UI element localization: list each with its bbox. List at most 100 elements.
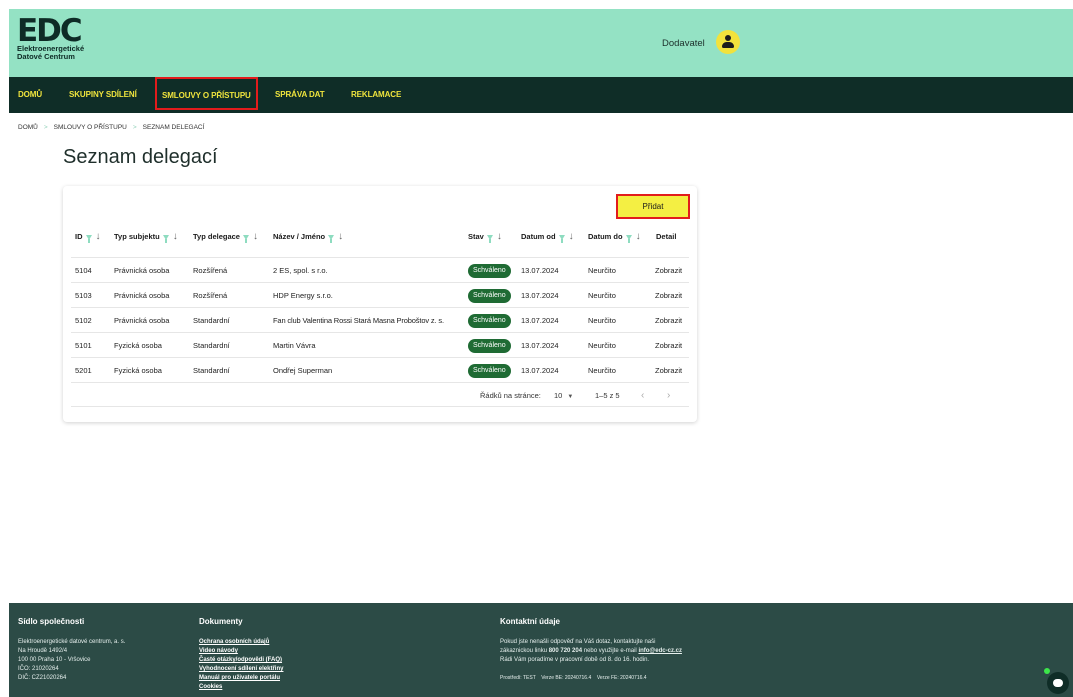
table-row: 5104 Právnická osoba Rozšířená 2 ES, spo… xyxy=(71,257,689,282)
footer-link-video-guides[interactable]: Video návody xyxy=(199,648,238,654)
cell-id: 5104 xyxy=(75,266,92,275)
sort-down-arrow-icon[interactable]: ↓ xyxy=(569,230,574,244)
cell-subject-type: Fyzická osoba xyxy=(114,341,162,350)
cell-subject-type: Fyzická osoba xyxy=(114,366,162,375)
footer-link-faq[interactable]: Časté otázky/odpovědi (FAQ) xyxy=(199,657,282,663)
table-row: 5102 Právnická osoba Standardní Fan club… xyxy=(71,307,689,332)
nav-item-home[interactable]: DOMŮ xyxy=(18,77,42,113)
cell-name: Martin Vávra xyxy=(273,341,316,350)
footer-company-heading: Sídlo společnosti xyxy=(18,617,85,626)
rows-per-page-label: Řádků na stránce: xyxy=(480,391,541,400)
previous-page-icon[interactable]: ‹ xyxy=(641,383,644,408)
cell-date-from: 13.07.2024 xyxy=(521,341,559,350)
chevron-right-icon: > xyxy=(132,124,137,131)
site-header: EDC Elektroenergetické Datové Centrum Do… xyxy=(9,9,1073,77)
cell-delegation-type: Standardní xyxy=(193,366,230,375)
column-header-id[interactable]: ID ↓ xyxy=(75,230,101,244)
sort-down-arrow-icon[interactable]: ↓ xyxy=(636,230,641,244)
status-badge: Schváleno xyxy=(468,339,511,353)
cell-date-from: 13.07.2024 xyxy=(521,266,559,275)
nav-item-data-management[interactable]: SPRÁVA DAT xyxy=(275,77,325,113)
cell-name: Fan club Valentina Rossi Stará Masna Pro… xyxy=(273,316,444,325)
next-page-icon[interactable]: › xyxy=(667,383,670,408)
cell-id: 5201 xyxy=(75,366,92,375)
footer-contact-line: Rádi Vám poradíme v pracovní době od 8. … xyxy=(500,657,650,663)
column-header-date-from[interactable]: Datum od ↓ xyxy=(521,230,574,244)
detail-link[interactable]: Zobrazit xyxy=(655,283,682,308)
detail-link[interactable]: Zobrazit xyxy=(655,358,682,383)
cell-id: 5101 xyxy=(75,341,92,350)
detail-link[interactable]: Zobrazit xyxy=(655,333,682,358)
breadcrumb-home[interactable]: DOMŮ xyxy=(18,124,38,131)
footer-email-link[interactable]: info@edc-cz.cz xyxy=(638,648,682,654)
sort-down-arrow-icon[interactable]: ↓ xyxy=(497,230,502,244)
column-header-detail: Detail xyxy=(656,232,677,241)
sort-down-arrow-icon[interactable]: ↓ xyxy=(338,230,343,244)
filter-icon[interactable] xyxy=(328,234,335,243)
sort-down-arrow-icon[interactable]: ↓ xyxy=(173,230,178,244)
footer-company-line: Na Hroudě 1492/4 xyxy=(18,648,68,654)
column-header-delegation-type[interactable]: Typ delegace ↓ xyxy=(193,230,258,244)
footer-link-user-manual[interactable]: Manuál pro uživatele portálu xyxy=(199,675,280,681)
cell-date-from: 13.07.2024 xyxy=(521,316,559,325)
rows-per-page-select[interactable]: 10 ▼ xyxy=(554,383,573,410)
chevron-right-icon: > xyxy=(43,124,48,131)
breadcrumb-access-contracts[interactable]: SMLOUVY O PŘÍSTUPU xyxy=(54,124,127,131)
filter-icon[interactable] xyxy=(85,234,92,243)
cell-name: Ondřej Superman xyxy=(273,366,333,375)
footer-company-line: DIČ: CZ21020264 xyxy=(18,675,67,681)
caret-down-icon: ▼ xyxy=(567,394,574,400)
sort-down-arrow-icon[interactable]: ↓ xyxy=(253,230,258,244)
nav-item-access-contracts[interactable]: SMLOUVY O PŘÍSTUPU xyxy=(155,77,258,110)
site-footer: Sídlo společnosti Elektroenergetické dat… xyxy=(9,603,1073,697)
table-row: 5201 Fyzická osoba Standardní Ondřej Sup… xyxy=(71,357,689,382)
footer-version-info: Prostředí: TEST Verze BE: 20240716.4 Ver… xyxy=(500,675,647,681)
column-header-status[interactable]: Stav ↓ xyxy=(468,230,502,244)
table-row: 5101 Fyzická osoba Standardní Martin Váv… xyxy=(71,332,689,357)
footer-link-cookies[interactable]: Cookies xyxy=(199,684,222,690)
user-avatar-icon[interactable] xyxy=(716,30,740,54)
footer-link-sharing-evaluation[interactable]: Vyhodnocení sdílení elektřiny xyxy=(199,666,283,672)
add-button[interactable]: Přidat xyxy=(616,194,690,219)
cell-delegation-type: Standardní xyxy=(193,316,230,325)
cell-name: HDP Energy s.r.o. xyxy=(273,291,333,300)
cell-date-from: 13.07.2024 xyxy=(521,366,559,375)
logo-line-2: Datové Centrum xyxy=(17,52,75,61)
footer-phone[interactable]: 800 720 204 xyxy=(549,648,582,654)
cell-delegation-type: Standardní xyxy=(193,341,230,350)
pagination-bar: Řádků na stránce: 10 ▼ 1–5 z 5 ‹ › xyxy=(71,382,689,407)
sort-down-arrow-icon[interactable]: ↓ xyxy=(96,230,101,244)
user-role-label[interactable]: Dodavatel xyxy=(662,38,705,49)
nav-item-complaints[interactable]: REKLAMACE xyxy=(351,77,401,113)
footer-link-privacy[interactable]: Ochrana osobních údajů xyxy=(199,639,269,645)
column-header-subject-type[interactable]: Typ subjektu ↓ xyxy=(114,230,178,244)
detail-link[interactable]: Zobrazit xyxy=(655,308,682,333)
footer-company-line: IČO: 21020264 xyxy=(18,666,59,672)
chat-bubble-icon[interactable] xyxy=(1044,668,1069,694)
filter-icon[interactable] xyxy=(242,234,249,243)
column-header-name[interactable]: Název / Jméno ↓ xyxy=(273,230,343,244)
nav-item-sharing-groups[interactable]: SKUPINY SDÍLENÍ xyxy=(69,77,137,113)
cell-date-to: Neurčito xyxy=(588,316,616,325)
filter-icon[interactable] xyxy=(558,234,565,243)
cell-date-from: 13.07.2024 xyxy=(521,291,559,300)
delegations-card: Přidat ID ↓ Typ subjektu ↓ Typ delegace ↓ N… xyxy=(63,186,697,422)
cell-name: 2 ES, spol. s r.o. xyxy=(273,266,328,275)
table-row: 5103 Právnická osoba Rozšířená HDP Energ… xyxy=(71,282,689,307)
column-header-date-to[interactable]: Datum do ↓ xyxy=(588,230,641,244)
filter-icon[interactable] xyxy=(162,234,169,243)
avatar-head xyxy=(725,35,731,41)
detail-link[interactable]: Zobrazit xyxy=(655,258,682,283)
edc-logo[interactable]: EDC Elektroenergetické Datové Centrum xyxy=(17,16,84,61)
footer-company-line: 100 00 Praha 10 - Vršovice xyxy=(18,657,91,663)
cell-subject-type: Právnická osoba xyxy=(114,266,170,275)
filter-icon[interactable] xyxy=(625,234,632,243)
online-indicator xyxy=(1044,668,1050,674)
filter-icon[interactable] xyxy=(486,234,493,243)
footer-contact-heading: Kontaktní údaje xyxy=(500,617,561,626)
chat-message-shape xyxy=(1053,679,1063,687)
cell-date-to: Neurčito xyxy=(588,266,616,275)
status-badge: Schváleno xyxy=(468,364,511,378)
pagination-range: 1–5 z 5 xyxy=(595,391,620,400)
cell-delegation-type: Rozšířená xyxy=(193,291,228,300)
